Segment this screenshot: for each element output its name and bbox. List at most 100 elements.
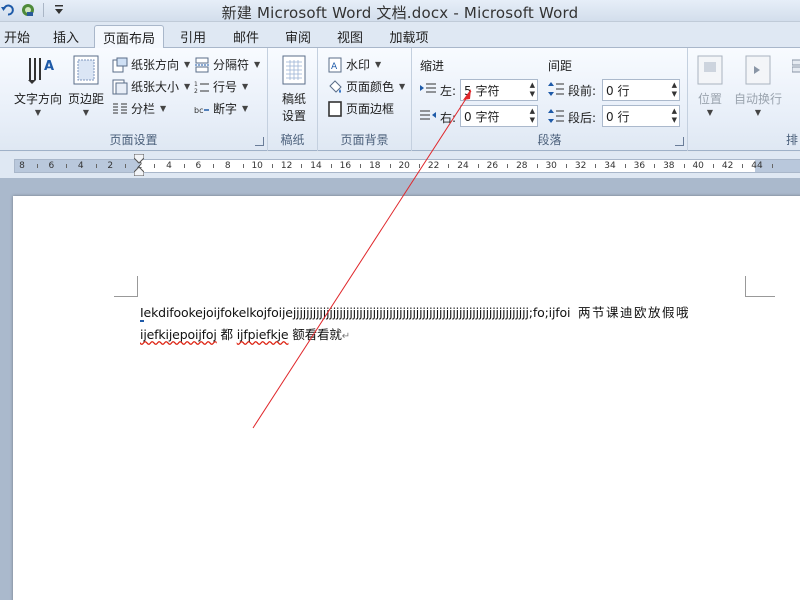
spinner-arrows-icon[interactable]: ▲ ▼: [530, 81, 535, 99]
arrange-group: 位置 ▼ 自动换行 ▼ 排: [688, 48, 800, 151]
tab-insert[interactable]: 插入: [44, 25, 88, 48]
ruler-tick-mark: [213, 164, 215, 168]
undo-icon[interactable]: [0, 2, 16, 18]
horizontal-ruler[interactable]: 8 6 4 2 2 4 6 8 10 12 14 16 18 20 22 24 26 28 30 32 34 36 38 40…: [14, 159, 800, 173]
ruler-tick-label: 6: [195, 161, 202, 171]
document-text-line-2: ijefkijepoijfoj 都 ijfpiefkje 额看看就↵: [140, 327, 350, 342]
arrange-more-icon[interactable]: [790, 58, 800, 74]
chevron-down-icon: ▼: [184, 60, 191, 69]
tab-page-layout[interactable]: 页面布局: [94, 25, 164, 49]
chevron-down-icon: ▼: [82, 108, 90, 117]
chevron-down-icon: ▼: [34, 108, 42, 117]
ruler-tick-label: 16: [339, 161, 352, 171]
ruler-tick-mark: [683, 164, 685, 168]
text-direction-button[interactable]: A 文字方向 ▼: [14, 54, 62, 117]
ruler-tick-label: 40: [692, 161, 704, 171]
dialog-launcher-icon[interactable]: [255, 137, 264, 146]
chevron-down-icon: ▼: [399, 82, 406, 91]
spinner-arrows-icon[interactable]: ▲ ▼: [530, 107, 535, 125]
page-setup-label: 页面设置: [109, 133, 158, 147]
chevron-down-icon: ▼: [242, 104, 249, 113]
watermark-button[interactable]: A 水印 ▼: [327, 56, 381, 73]
tab-view[interactable]: 视图: [326, 25, 374, 48]
crop-mark: [137, 276, 138, 297]
tab-addins[interactable]: 加载项: [380, 25, 438, 48]
redo-icon[interactable]: [20, 2, 36, 18]
hyphenation-icon: bc: [194, 101, 210, 117]
margins-button[interactable]: 页边距 ▼: [68, 54, 104, 117]
ruler-tick-mark: [448, 164, 450, 168]
crop-mark: [745, 276, 746, 297]
tab-review[interactable]: 审阅: [276, 25, 320, 48]
line-numbers-button[interactable]: 12 行号 ▼: [194, 78, 248, 95]
ruler-tick-mark: [712, 164, 714, 168]
ruler-tick-label: 24: [457, 161, 469, 171]
arrange-label: 排: [785, 133, 798, 147]
paragraph-mark: ↵: [341, 331, 350, 342]
position-button[interactable]: 位置 ▼: [694, 54, 726, 117]
ruler-tick-mark: [565, 164, 567, 168]
columns-button[interactable]: 分栏 ▼: [112, 100, 166, 117]
tab-mailings[interactable]: 邮件: [222, 25, 270, 48]
ruler-tick-label: 10: [251, 161, 263, 171]
page-setup-group: A 文字方向 ▼ 页边距 ▼ 纸张方向▼ 纸张大小▼ 分栏▼ 分隔符▼: [0, 48, 268, 151]
position-icon: [694, 54, 726, 86]
spacing-after-input[interactable]: 0 行 ▲ ▼: [602, 105, 680, 127]
spacing-title: 间距: [548, 59, 573, 73]
text-direction-icon: A: [22, 54, 54, 86]
svg-text:A: A: [331, 62, 338, 72]
ruler-tick-label: 44: [751, 161, 763, 171]
spinner-arrows-icon[interactable]: ▲ ▼: [672, 107, 677, 125]
page-background-label: 页面背景: [340, 133, 389, 147]
wrap-text-button[interactable]: 自动换行 ▼: [734, 54, 782, 117]
document-area: Iekdifookejoijfokelkojfoijejjjjjjjjjjjjj…: [0, 178, 800, 600]
horizontal-ruler-area: 8 6 4 2 2 4 6 8 10 12 14 16 18 20 22 24 26 28 30 32 34 36 38 40…: [0, 152, 800, 178]
ruler-tick-label: 36: [633, 161, 646, 171]
ruler-tick-mark: [271, 164, 273, 168]
page-borders-button[interactable]: 页面边框: [327, 100, 394, 117]
ribbon: A 文字方向 ▼ 页边距 ▼ 纸张方向▼ 纸张大小▼ 分栏▼ 分隔符▼: [0, 48, 800, 151]
indent-marker-icon[interactable]: [134, 154, 144, 176]
document-page[interactable]: Iekdifookejoijfokelkojfoijejjjjjjjjjjjjj…: [13, 196, 800, 600]
ribbon-tabs: 开始 插入 页面布局 引用 邮件 审阅 视图 加载项: [0, 22, 800, 49]
chevron-down-icon: ▼: [242, 82, 249, 91]
indent-right-icon: [420, 110, 436, 125]
manuscript-settings-button[interactable]: 稿纸 设置: [278, 54, 310, 124]
paper-size-icon: [112, 79, 128, 95]
ruler-tick-mark: [742, 164, 744, 168]
ruler-tick-label: 32: [574, 161, 587, 171]
spacing-before-icon: [548, 82, 564, 99]
left-indent-input[interactable]: 5 字符 ▲ ▼: [460, 79, 538, 101]
right-indent-input[interactable]: 0 字符 ▲ ▼: [460, 105, 538, 127]
ruler-tick-mark: [154, 164, 156, 168]
ruler-tick-mark: [36, 164, 38, 168]
window-title: 新建 Microsoft Word 文档.docx - Microsoft Wo…: [221, 4, 579, 22]
ruler-tick-label: 34: [604, 161, 616, 171]
size-button[interactable]: 纸张大小 ▼: [112, 78, 190, 95]
left-indent-label: 左:: [420, 82, 456, 99]
orientation-button[interactable]: 纸张方向 ▼: [112, 56, 190, 73]
spacing-before-input[interactable]: 0 行 ▲ ▼: [602, 79, 680, 101]
ruler-tick-mark: [507, 164, 509, 168]
right-indent-label: 右:: [420, 109, 456, 126]
orientation-icon: [112, 57, 128, 73]
ruler-tick-label: 38: [663, 161, 675, 171]
ruler-tick-label: 20: [398, 161, 410, 171]
page-color-button[interactable]: 页面颜色 ▼: [327, 78, 405, 95]
svg-text:bc: bc: [194, 106, 203, 115]
tab-references[interactable]: 引用: [170, 25, 216, 48]
indent-title: 缩进: [420, 59, 445, 73]
ruler-tick-mark: [418, 164, 420, 168]
ruler-tick-label: 6: [48, 161, 55, 171]
spinner-arrows-icon[interactable]: ▲ ▼: [672, 81, 677, 99]
breaks-button[interactable]: 分隔符 ▼: [194, 56, 260, 73]
ruler-tick-label: 8: [224, 161, 231, 171]
hyphenation-button[interactable]: bc 断字 ▼: [194, 100, 248, 117]
dialog-launcher-icon[interactable]: [675, 137, 684, 146]
manuscript-label: 稿纸: [280, 133, 305, 147]
crop-mark: [745, 296, 775, 297]
ruler-tick-label: 8: [19, 161, 25, 171]
tab-home[interactable]: 开始: [0, 25, 34, 48]
customize-icon[interactable]: [51, 2, 67, 18]
line-numbers-icon: 12: [194, 79, 210, 95]
